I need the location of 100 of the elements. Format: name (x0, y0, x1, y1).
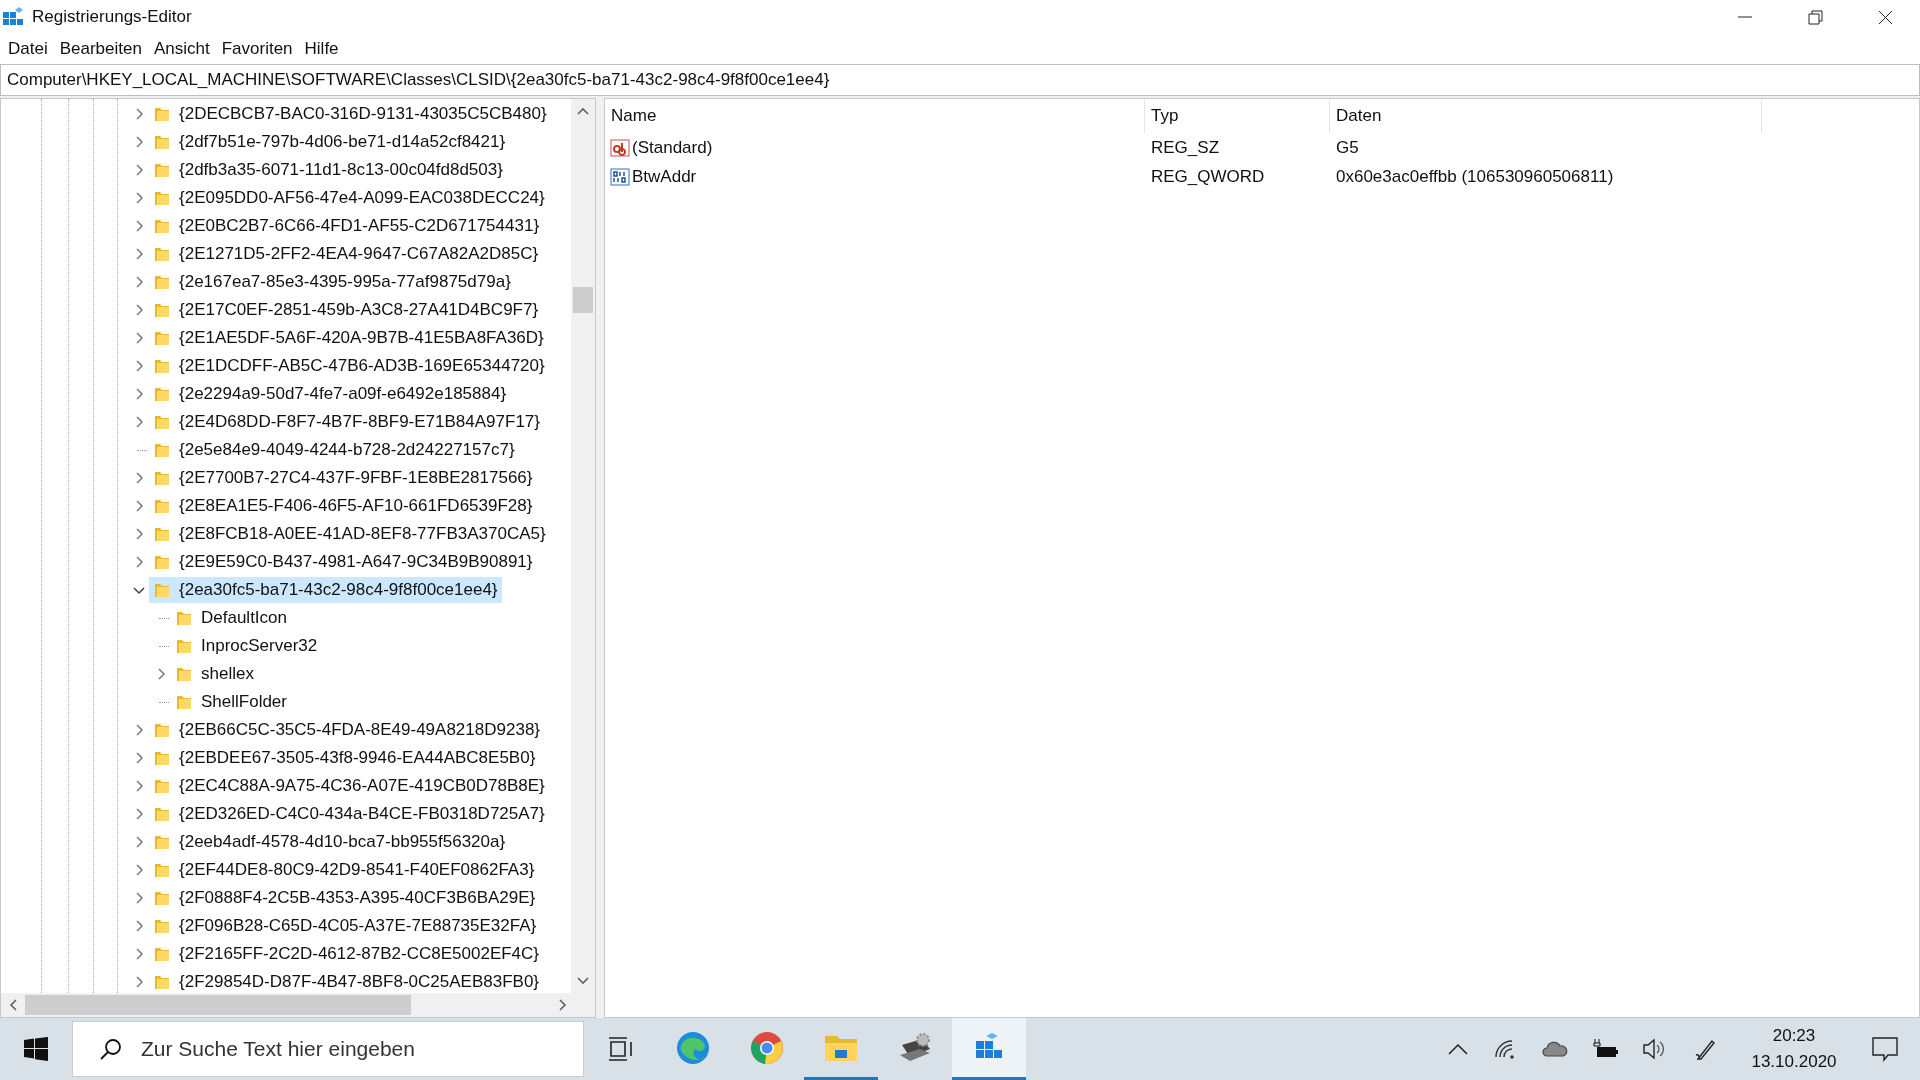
column-header[interactable]: Typ (1145, 99, 1330, 133)
tree-item[interactable]: DefaultIcon (171, 605, 291, 631)
chevron-right-icon[interactable] (133, 500, 145, 512)
tree-item[interactable]: InprocServer32 (171, 633, 322, 659)
chevron-right-icon[interactable] (133, 892, 145, 904)
chevron-right-icon[interactable] (133, 136, 145, 148)
menu-item[interactable]: Favoriten (215, 36, 299, 62)
chevron-right-icon[interactable] (133, 248, 145, 260)
chevron-right-icon[interactable] (133, 752, 145, 764)
chevron-right-icon[interactable] (133, 416, 145, 428)
tree-item[interactable]: {2EC4C88A-9A75-4C36-A07E-419CB0D78B8E} (149, 773, 549, 799)
menu-item[interactable]: Bearbeiten (53, 36, 148, 62)
chevron-right-icon[interactable] (133, 836, 145, 848)
chevron-right-icon[interactable] (133, 724, 145, 736)
menu-item[interactable]: Hilfe (298, 36, 345, 62)
tree-item[interactable]: {2F096B28-C65D-4C05-A37E-7E88735E32FA} (149, 913, 541, 939)
chevron-right-icon[interactable] (133, 164, 145, 176)
tree-item[interactable]: {2E1AE5DF-5A6F-420A-9B7B-41E5BA8FA36D} (149, 325, 548, 351)
folder-icon (153, 889, 171, 907)
chevron-right-icon[interactable] (133, 864, 145, 876)
chevron-right-icon[interactable] (133, 948, 145, 960)
folder-icon (153, 245, 171, 263)
chevron-right-icon[interactable] (133, 388, 145, 400)
chevron-right-icon[interactable] (133, 472, 145, 484)
wifi-icon[interactable] (1494, 1039, 1516, 1059)
tree-item[interactable]: {2EB66C5C-35C5-4FDA-8E49-49A8218D9238} (149, 717, 544, 743)
folder-icon (153, 553, 171, 571)
tree-item[interactable]: {2dfb3a35-6071-11d1-8c13-00c04fd8d503} (149, 157, 507, 183)
taskbar-app[interactable] (952, 1018, 1026, 1080)
tree-item[interactable]: {2E8EA1E5-F406-46F5-AF10-661FD6539F28} (149, 493, 537, 519)
chevron-right-icon[interactable] (133, 360, 145, 372)
chevron-right-icon[interactable] (133, 556, 145, 568)
menu-item[interactable]: Datei (2, 36, 54, 62)
tree-item[interactable]: {2E17C0EF-2851-459b-A3C8-27A41D4BC9F7} (149, 297, 543, 323)
tree-item[interactable]: {2df7b51e-797b-4d06-be71-d14a52cf8421} (149, 129, 510, 155)
browser-circle-icon[interactable] (750, 1030, 784, 1065)
notification-icon[interactable] (1872, 1036, 1898, 1062)
tree-item[interactable]: {2e5e84e9-4049-4244-b728-2d24227157c7} (149, 437, 519, 463)
chevron-right-icon[interactable] (155, 668, 167, 680)
column-header[interactable]: Daten (1330, 99, 1762, 133)
address-field[interactable]: Computer\HKEY_LOCAL_MACHINE\SOFTWARE\Classes\CLSID\{2ea30fc5-ba71-43c2-98c4-9f8f00ce1ee4} (0, 64, 1920, 96)
folder-icon (153, 301, 171, 319)
search-icon (99, 1037, 123, 1061)
scrollbar-thumb[interactable] (573, 287, 593, 313)
tree-item[interactable]: {2e2294a9-50d7-4fe7-a09f-e6492e185884} (149, 381, 511, 407)
menu-item[interactable]: Ansicht (147, 36, 216, 62)
value-name[interactable]: BtwAddr (632, 163, 697, 190)
chevron-right-icon[interactable] (133, 276, 145, 288)
tree-item[interactable]: {2DECBCB7-BAC0-316D-9131-43035C5CB480} (149, 101, 551, 127)
clock[interactable]: 20:23 13.10.2020 (1746, 1023, 1842, 1075)
chevron-right-icon[interactable] (133, 304, 145, 316)
speaker-icon[interactable] (1642, 1038, 1666, 1060)
tree-item[interactable]: {2EBDEE67-3505-43f8-9946-EA44ABC8E5B0} (149, 745, 540, 771)
tree-item[interactable]: {2eeb4adf-4578-4d10-bca7-bb955f56320a} (149, 829, 510, 855)
vertical-scrollbar[interactable] (571, 99, 595, 993)
chevron-right-icon[interactable] (133, 108, 145, 120)
chevron-right-icon[interactable] (133, 332, 145, 344)
tree-item[interactable]: {2E095DD0-AF56-47e4-A099-EAC038DECC24} (149, 185, 549, 211)
chevron-right-icon[interactable] (133, 976, 145, 988)
folder-icon (175, 637, 193, 655)
horizontal-scrollbar[interactable] (1, 993, 595, 1017)
cloud-icon[interactable] (1542, 1041, 1568, 1057)
tree-item[interactable]: {2E9E59C0-B437-4981-A647-9C34B9B90891} (149, 549, 537, 575)
tree-item[interactable]: {2ea30fc5-ba71-43c2-98c4-9f8f00ce1ee4} (149, 577, 502, 603)
folder-icon (153, 441, 171, 459)
folder-icon (153, 497, 171, 515)
window-title: Registrierungs-Editor (32, 6, 192, 29)
pen-icon[interactable] (1694, 1037, 1716, 1061)
chevron-right-icon[interactable] (133, 528, 145, 540)
browser-wave-icon[interactable] (675, 1029, 711, 1066)
tree-item[interactable]: shellex (171, 661, 258, 687)
chevron-up-icon[interactable] (1448, 1043, 1468, 1055)
tree-item[interactable]: {2E1DCDFF-AB5C-47B6-AD3B-169E65344720} (149, 353, 549, 379)
battery-icon[interactable] (1592, 1039, 1618, 1059)
chevron-down-icon[interactable] (133, 584, 145, 596)
tree-item[interactable]: {2e167ea7-85e3-4395-995a-77af9875d79a} (149, 269, 515, 295)
tree-item[interactable]: {2F2165FF-2C2D-4612-87B2-CC8E5002EF4C} (149, 941, 544, 967)
column-header[interactable]: Name (605, 99, 1145, 133)
chevron-right-icon[interactable] (133, 220, 145, 232)
tree-item[interactable]: ShellFolder (171, 689, 291, 715)
cubes-icon (2, 6, 24, 28)
tree-item[interactable]: {2E4D68DD-F8F7-4B7F-8BF9-E71B84A97F17} (149, 409, 544, 435)
tree-item[interactable]: {2E8FCB18-A0EE-41AD-8EF8-77FB3A370CA5} (149, 521, 550, 547)
search-field[interactable]: Zur Suche Text hier eingeben (72, 1021, 584, 1077)
tree-item[interactable]: {2E0BC2B7-6C66-4FD1-AF55-C2D671754431} (149, 213, 544, 239)
value-data: 0x60e3ac0effbb (106530960506811) (1335, 165, 1615, 188)
chevron-right-icon[interactable] (133, 192, 145, 204)
tree-item[interactable]: {2ED326ED-C4C0-434a-B4CE-FB0318D725A7} (149, 801, 549, 827)
folder-icon (153, 721, 171, 739)
value-name[interactable]: (Standard) (632, 134, 713, 161)
folder-icon (175, 665, 193, 683)
tree-item[interactable]: {2EF44DE8-80C9-42D9-8541-F40EF0862FA3} (149, 857, 539, 883)
folder-icon (153, 469, 171, 487)
tree-item[interactable]: {2F0888F4-2C5B-4353-A395-40CF3B6BA29E} (149, 885, 540, 911)
tree-item[interactable]: {2E7700B7-27C4-437F-9FBF-1E8BE2817566} (149, 465, 537, 491)
tree-item[interactable]: {2E1271D5-2FF2-4EA4-9647-C67A82A2D85C} (149, 241, 543, 267)
chevron-right-icon[interactable] (133, 808, 145, 820)
scrollbar-thumb[interactable] (25, 995, 411, 1015)
chevron-right-icon[interactable] (133, 780, 145, 792)
chevron-right-icon[interactable] (133, 920, 145, 932)
